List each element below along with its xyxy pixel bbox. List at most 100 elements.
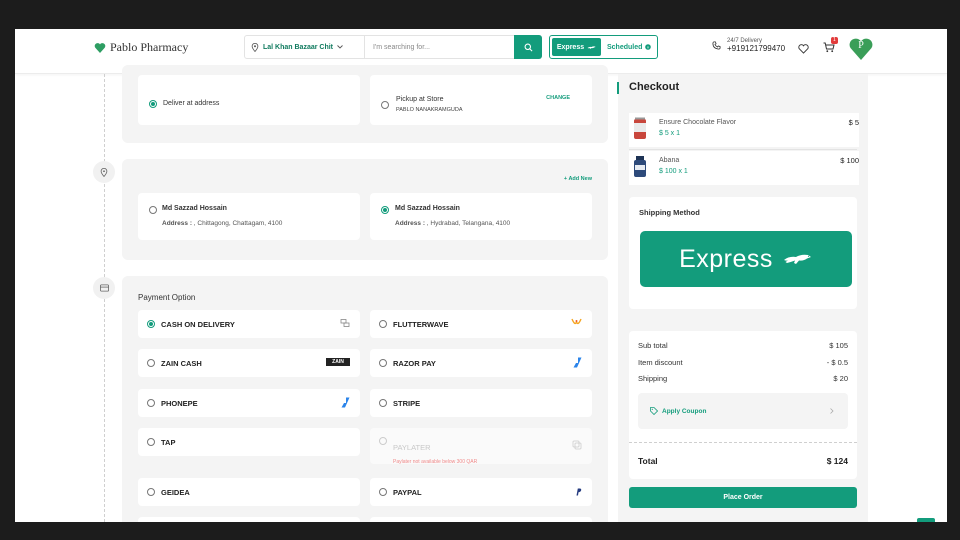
heart-outline-icon bbox=[798, 44, 809, 54]
address-label: Address : bbox=[395, 220, 425, 227]
deliver-at-address-option[interactable]: Deliver at address bbox=[138, 75, 360, 125]
payment-option-name: RAZOR PAY bbox=[393, 358, 436, 368]
apply-coupon-button[interactable]: Apply Coupon bbox=[638, 393, 848, 429]
delivery-type-panel: Deliver at address Pickup at Store PABLO… bbox=[122, 65, 608, 143]
cart-item-name: Abana bbox=[659, 157, 680, 164]
payment-option-paypal[interactable]: PAYPAL bbox=[370, 478, 592, 506]
cheetah-icon bbox=[587, 45, 596, 49]
search-bar: Lal Khan Bazaar Chit I'm searching for..… bbox=[244, 35, 542, 59]
address-card[interactable]: Md Sazzad Hossain Address : , Hydrabad, … bbox=[370, 193, 592, 240]
flutterwave-logo-icon bbox=[571, 318, 582, 325]
address-card[interactable]: Md Sazzad Hossain Address : , Chittagong… bbox=[138, 193, 360, 240]
payment-title: Payment Option bbox=[138, 293, 196, 302]
total-row: Total $ 124 bbox=[638, 456, 848, 466]
paylater-logo-icon bbox=[572, 440, 582, 450]
cart-button[interactable]: 1 bbox=[823, 37, 838, 58]
info-icon bbox=[645, 44, 652, 50]
checkout-title: Checkout bbox=[629, 81, 680, 93]
scroll-to-top-button[interactable] bbox=[917, 518, 935, 522]
payment-option-cod[interactable]: CASH ON DELIVERY bbox=[138, 310, 360, 338]
wishlist-button[interactable] bbox=[798, 41, 809, 59]
cart-item-price: $ 100 bbox=[840, 156, 859, 165]
chevron-down-icon bbox=[337, 45, 343, 49]
summary-divider bbox=[629, 442, 857, 443]
payment-option-stripe[interactable]: STRIPE bbox=[370, 389, 592, 417]
payment-option-name: STRIPE bbox=[393, 398, 421, 408]
payment-radio[interactable] bbox=[147, 438, 155, 446]
heart-logo-icon bbox=[94, 42, 106, 53]
address-text: , Hydrabad, Telangana, 4100 bbox=[424, 220, 511, 227]
add-new-address-link[interactable]: + Add New bbox=[564, 176, 592, 182]
address-radio[interactable] bbox=[149, 206, 157, 214]
apply-coupon-label: Apply Coupon bbox=[662, 407, 707, 415]
payment-option-paylater: PAYLATER Paylater not available below 30… bbox=[370, 428, 592, 465]
payment-option-geidea[interactable]: GEIDEA bbox=[138, 478, 360, 506]
cheetah-icon bbox=[783, 254, 811, 264]
express-mode-label: Express bbox=[556, 43, 585, 51]
item-divider bbox=[629, 149, 857, 150]
cart-item-name: Ensure Chocolate Flavor bbox=[659, 119, 737, 126]
scheduled-mode-button[interactable]: Scheduled bbox=[601, 44, 652, 51]
deliver-radio[interactable] bbox=[149, 100, 157, 108]
shipping-value: $ 20 bbox=[833, 374, 848, 383]
express-mode-button[interactable]: Express bbox=[552, 38, 601, 56]
address-panel: + Add New Md Sazzad Hossain Address : , … bbox=[122, 159, 608, 260]
payment-option-zain-cash[interactable]: ZAIN CASH ZAIN bbox=[138, 349, 360, 377]
paylater-unavailable-note: Paylater not available below 300 QAR bbox=[393, 459, 478, 465]
location-selector[interactable]: Lal Khan Bazaar Chit bbox=[245, 36, 365, 58]
change-store-link[interactable]: CHANGE bbox=[546, 95, 570, 101]
pickup-store-name: PABLO NANAKRAMGUDA bbox=[396, 107, 463, 113]
payment-radio[interactable] bbox=[379, 320, 387, 328]
cart-item: Abana $ 100 x 1 $ 100 bbox=[629, 151, 859, 185]
pickup-at-store-option[interactable]: Pickup at Store PABLO NANAKRAMGUDA CHANG… bbox=[370, 75, 592, 125]
pickup-label: Pickup at Store bbox=[396, 96, 444, 103]
cash-icon bbox=[340, 319, 350, 327]
address-step-marker bbox=[93, 161, 115, 183]
user-avatar[interactable]: P bbox=[849, 37, 873, 61]
discount-row: Item discount - $ 0.5 bbox=[638, 358, 848, 367]
brand-name: Pablo Pharmacy bbox=[110, 40, 189, 54]
tag-icon bbox=[650, 407, 658, 415]
deliver-label: Deliver at address bbox=[163, 100, 220, 107]
payment-option-tap[interactable]: TAP bbox=[138, 428, 360, 456]
discount-label: Item discount bbox=[638, 358, 683, 367]
payment-option-name: ZAIN CASH bbox=[161, 358, 202, 368]
address-name: Md Sazzad Hossain bbox=[162, 205, 227, 212]
search-button[interactable] bbox=[514, 35, 542, 59]
payment-option-phonepe[interactable]: PHONEPE bbox=[138, 389, 360, 417]
avatar-initial: P bbox=[858, 40, 864, 51]
pickup-radio[interactable] bbox=[381, 101, 389, 109]
payment-radio[interactable] bbox=[147, 320, 155, 328]
payment-option-partial bbox=[138, 517, 360, 522]
total-label: Total bbox=[638, 456, 658, 466]
search-input[interactable]: I'm searching for... bbox=[365, 44, 514, 51]
payment-radio[interactable] bbox=[147, 399, 155, 407]
payment-option-razorpay[interactable]: RAZOR PAY bbox=[370, 349, 592, 377]
payment-radio[interactable] bbox=[379, 359, 387, 367]
abana-bottle-image bbox=[634, 156, 646, 177]
paypal-logo-icon bbox=[576, 488, 582, 496]
ensure-can-image bbox=[634, 117, 646, 139]
phone-icon bbox=[712, 41, 721, 50]
subtotal-row: Sub total $ 105 bbox=[638, 341, 848, 350]
payment-radio[interactable] bbox=[379, 399, 387, 407]
location-pin-icon bbox=[251, 42, 259, 52]
payment-option-name: TAP bbox=[161, 437, 176, 447]
cart-item-qty: $ 100 x 1 bbox=[659, 168, 688, 175]
shipping-label: Shipping bbox=[638, 374, 668, 383]
shipping-method-label: Shipping Method bbox=[639, 208, 700, 217]
payment-radio[interactable] bbox=[147, 359, 155, 367]
support-contact[interactable]: 24/7 Delivery +919121799470 bbox=[712, 38, 785, 53]
payment-option-flutterwave[interactable]: FLUTTERWAVE bbox=[370, 310, 592, 338]
address-radio[interactable] bbox=[381, 206, 389, 214]
subtotal-label: Sub total bbox=[638, 341, 668, 350]
payment-radio[interactable] bbox=[147, 488, 155, 496]
place-order-button[interactable]: Place Order bbox=[629, 487, 857, 508]
brand-logo[interactable]: Pablo Pharmacy bbox=[94, 40, 188, 55]
address-text: , Chittagong, Chattagam, 4100 bbox=[191, 220, 283, 227]
express-shipping-banner[interactable]: Express bbox=[640, 231, 852, 287]
total-value: $ 124 bbox=[826, 456, 848, 466]
payment-radio[interactable] bbox=[379, 488, 387, 496]
credit-card-icon bbox=[99, 284, 109, 292]
cart-item: Ensure Chocolate Flavor $ 5 x 1 $ 5 bbox=[629, 113, 859, 147]
